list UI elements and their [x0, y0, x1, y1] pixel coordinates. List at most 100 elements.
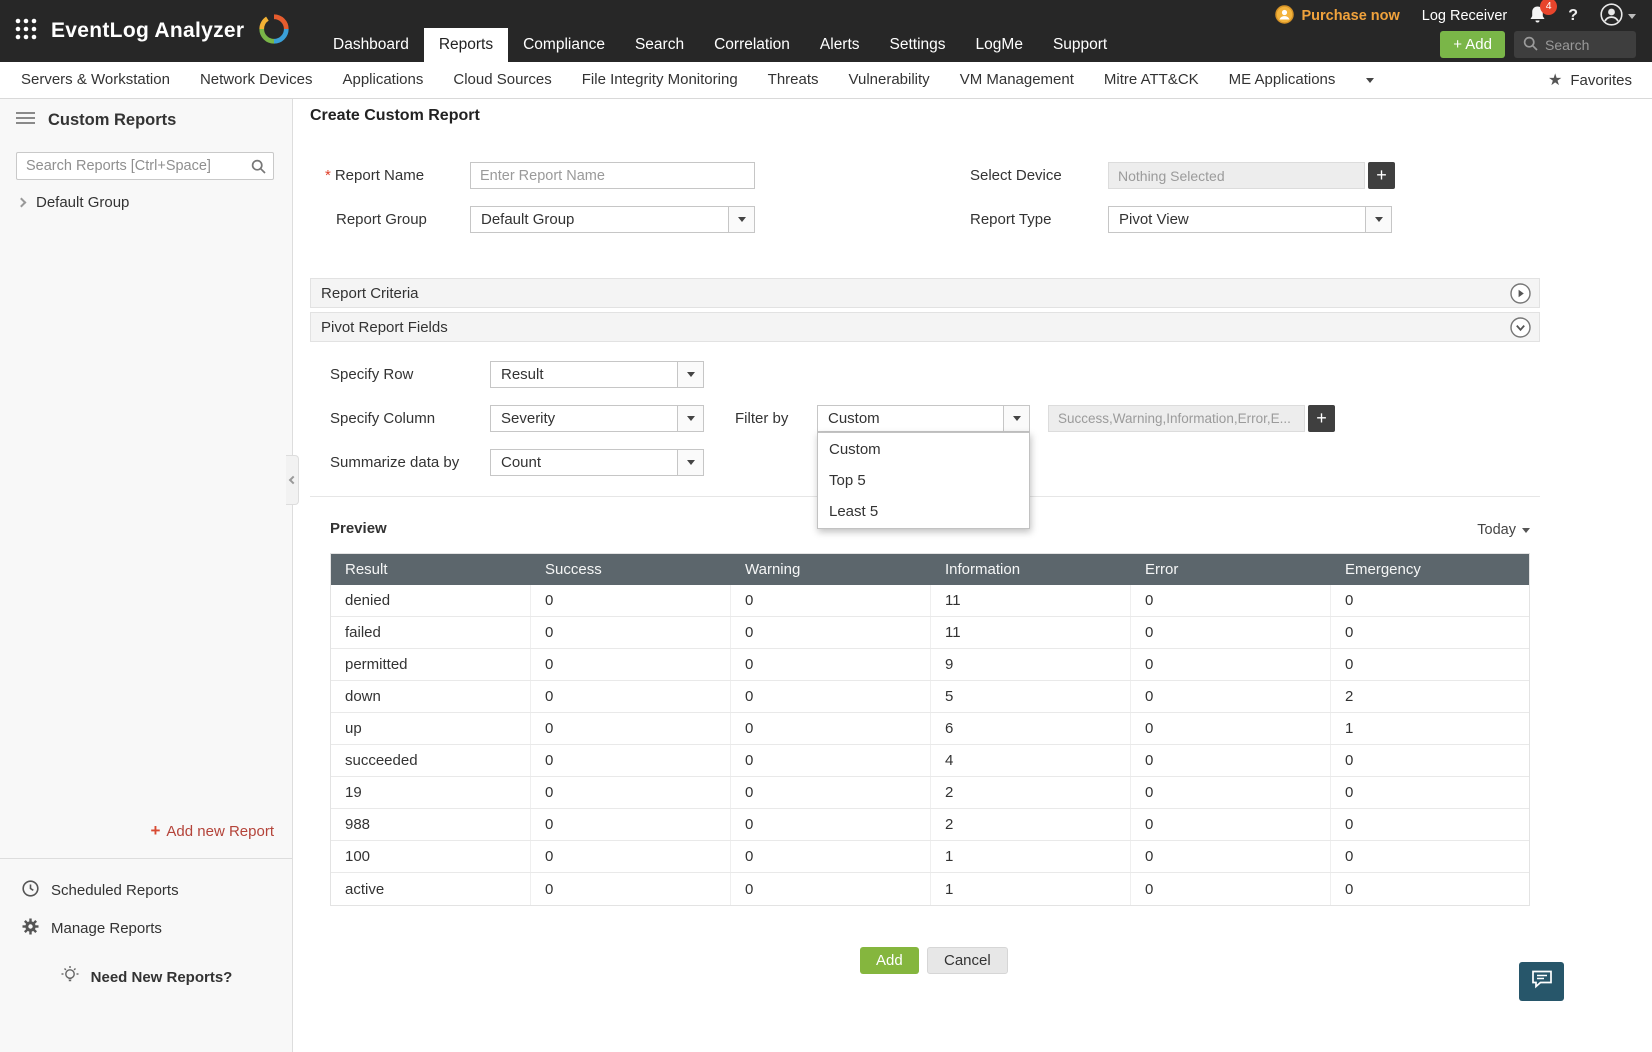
- table-cell: 0: [531, 841, 731, 872]
- global-search[interactable]: Search: [1514, 31, 1636, 58]
- topnav-item[interactable]: Correlation: [699, 28, 805, 62]
- brand-logo-icon: [257, 12, 291, 51]
- table-cell: 0: [1345, 592, 1354, 609]
- table-cell: 0: [731, 809, 931, 840]
- specify-row-select[interactable]: Result: [490, 361, 704, 388]
- table-row: down 0 0 5 0 2: [331, 681, 1529, 713]
- cancel-button[interactable]: Cancel: [927, 947, 1008, 974]
- chevron-right-icon[interactable]: [16, 197, 27, 208]
- subnav-item[interactable]: Cloud Sources: [438, 62, 566, 98]
- table-cell: 0: [731, 585, 931, 616]
- subnav-item[interactable]: Vulnerability: [834, 62, 945, 98]
- report-search-input[interactable]: [16, 152, 274, 180]
- table-cell: succeeded: [331, 745, 531, 776]
- subnav-item[interactable]: Mitre ATT&CK: [1089, 62, 1214, 98]
- table-header: Result Success Warning Information Error…: [331, 554, 1529, 585]
- specify-row-label: Specify Row: [330, 366, 414, 383]
- table-row: succeeded 0 0 4 0 0: [331, 745, 1529, 777]
- date-range-selector[interactable]: Today: [1477, 522, 1530, 538]
- bulb-icon: [60, 965, 80, 989]
- topnav-item[interactable]: Support: [1038, 28, 1122, 62]
- report-criteria-panel[interactable]: Report Criteria: [310, 278, 1540, 308]
- add-device-button[interactable]: +: [1368, 162, 1395, 189]
- page-title: Create Custom Report: [310, 107, 480, 124]
- help-button[interactable]: ?: [1568, 7, 1578, 25]
- report-type-select[interactable]: Pivot View: [1108, 206, 1392, 233]
- notifications-button[interactable]: 4: [1529, 0, 1558, 28]
- chevron-left-icon: [288, 475, 298, 485]
- sidebar-title: Custom Reports: [48, 111, 177, 129]
- hamburger-icon[interactable]: [16, 111, 35, 130]
- star-icon: ★: [1547, 72, 1563, 89]
- topnav-item[interactable]: Dashboard: [318, 28, 424, 62]
- subnav-more-button[interactable]: [1350, 77, 1390, 83]
- add-filter-value-button[interactable]: +: [1308, 405, 1335, 432]
- table-cell: 0: [531, 777, 731, 808]
- top-bar: EventLog Analyzer Purchase now Log Recei…: [0, 0, 1652, 62]
- report-group-select[interactable]: Default Group: [470, 206, 755, 233]
- chevron-down-icon: [1003, 406, 1029, 431]
- topnav-item[interactable]: Settings: [875, 28, 961, 62]
- specify-column-select[interactable]: Severity: [490, 405, 704, 432]
- topnav-item[interactable]: Alerts: [805, 28, 875, 62]
- topbar-actions: + Add Search: [1440, 31, 1636, 58]
- sidebar-collapse-handle[interactable]: [286, 455, 299, 505]
- global-search-placeholder: Search: [1545, 36, 1590, 53]
- table-cell: 0: [1131, 617, 1331, 648]
- user-menu-button[interactable]: [1600, 2, 1636, 30]
- topnav-item[interactable]: Reports: [423, 28, 509, 62]
- favorites-button[interactable]: ★ Favorites: [1548, 70, 1652, 90]
- tree-item-label: Default Group: [36, 194, 130, 211]
- table-cell: 0: [531, 873, 731, 905]
- table-row: permitted 0 0 9 0 0: [331, 649, 1529, 681]
- dropdown-option[interactable]: Custom: [818, 434, 1029, 465]
- table-cell: 0: [1345, 880, 1354, 898]
- scheduled-reports-link[interactable]: Scheduled Reports: [22, 874, 179, 906]
- log-receiver-link[interactable]: Log Receiver: [1422, 8, 1507, 24]
- feedback-chat-button[interactable]: [1519, 962, 1564, 1001]
- add-new-report-link[interactable]: + Add new Report: [150, 821, 274, 841]
- table-cell: 0: [1345, 784, 1354, 801]
- select-device-input[interactable]: Nothing Selected: [1108, 162, 1365, 189]
- topnav-item[interactable]: Search: [620, 28, 699, 62]
- specify-column-label: Specify Column: [330, 410, 436, 427]
- purchase-now-button[interactable]: Purchase now: [1275, 4, 1400, 28]
- table-cell: 0: [531, 745, 731, 776]
- table-cell: 0: [1345, 752, 1354, 769]
- chevron-down-icon: [677, 362, 703, 387]
- manage-reports-link[interactable]: Manage Reports: [22, 912, 162, 944]
- table-cell: permitted: [331, 649, 531, 680]
- quick-add-button[interactable]: + Add: [1440, 31, 1505, 58]
- need-new-reports-link[interactable]: Need New Reports?: [0, 965, 292, 989]
- user-icon: [1600, 2, 1623, 30]
- add-report-button[interactable]: Add: [860, 947, 919, 974]
- filter-values-input[interactable]: Success,Warning,Information,Error,E...: [1048, 405, 1305, 432]
- table-cell: 11: [931, 585, 1131, 616]
- subnav-item[interactable]: Threats: [753, 62, 834, 98]
- subnav-item[interactable]: Applications: [327, 62, 438, 98]
- filter-by-select[interactable]: Custom: [817, 405, 1030, 432]
- collapse-icon[interactable]: [1510, 317, 1531, 342]
- table-cell: 2: [931, 777, 1131, 808]
- subnav-item[interactable]: Network Devices: [185, 62, 328, 98]
- subnav-item[interactable]: VM Management: [945, 62, 1089, 98]
- expand-icon[interactable]: [1510, 283, 1531, 308]
- table-cell: 0: [731, 649, 931, 680]
- table-cell: 0: [731, 713, 931, 744]
- apps-grid-icon[interactable]: [14, 17, 38, 46]
- subnav-item[interactable]: Servers & Workstation: [6, 62, 185, 98]
- table-cell: 0: [531, 585, 731, 616]
- table-cell: 2: [1345, 688, 1354, 705]
- search-icon[interactable]: [251, 159, 266, 179]
- pivot-report-fields-panel[interactable]: Pivot Report Fields: [310, 312, 1540, 342]
- topnav-item[interactable]: LogMe: [961, 28, 1038, 62]
- summarize-select[interactable]: Count: [490, 449, 704, 476]
- dropdown-option[interactable]: Least 5: [818, 496, 1029, 527]
- subnav-item[interactable]: ME Applications: [1214, 62, 1351, 98]
- specify-row-value: Result: [501, 366, 544, 383]
- report-name-input[interactable]: [470, 162, 755, 189]
- subnav-item[interactable]: File Integrity Monitoring: [567, 62, 753, 98]
- tree-item-default-group[interactable]: Default Group: [16, 194, 130, 211]
- dropdown-option[interactable]: Top 5: [818, 465, 1029, 496]
- topnav-item[interactable]: Compliance: [508, 28, 620, 62]
